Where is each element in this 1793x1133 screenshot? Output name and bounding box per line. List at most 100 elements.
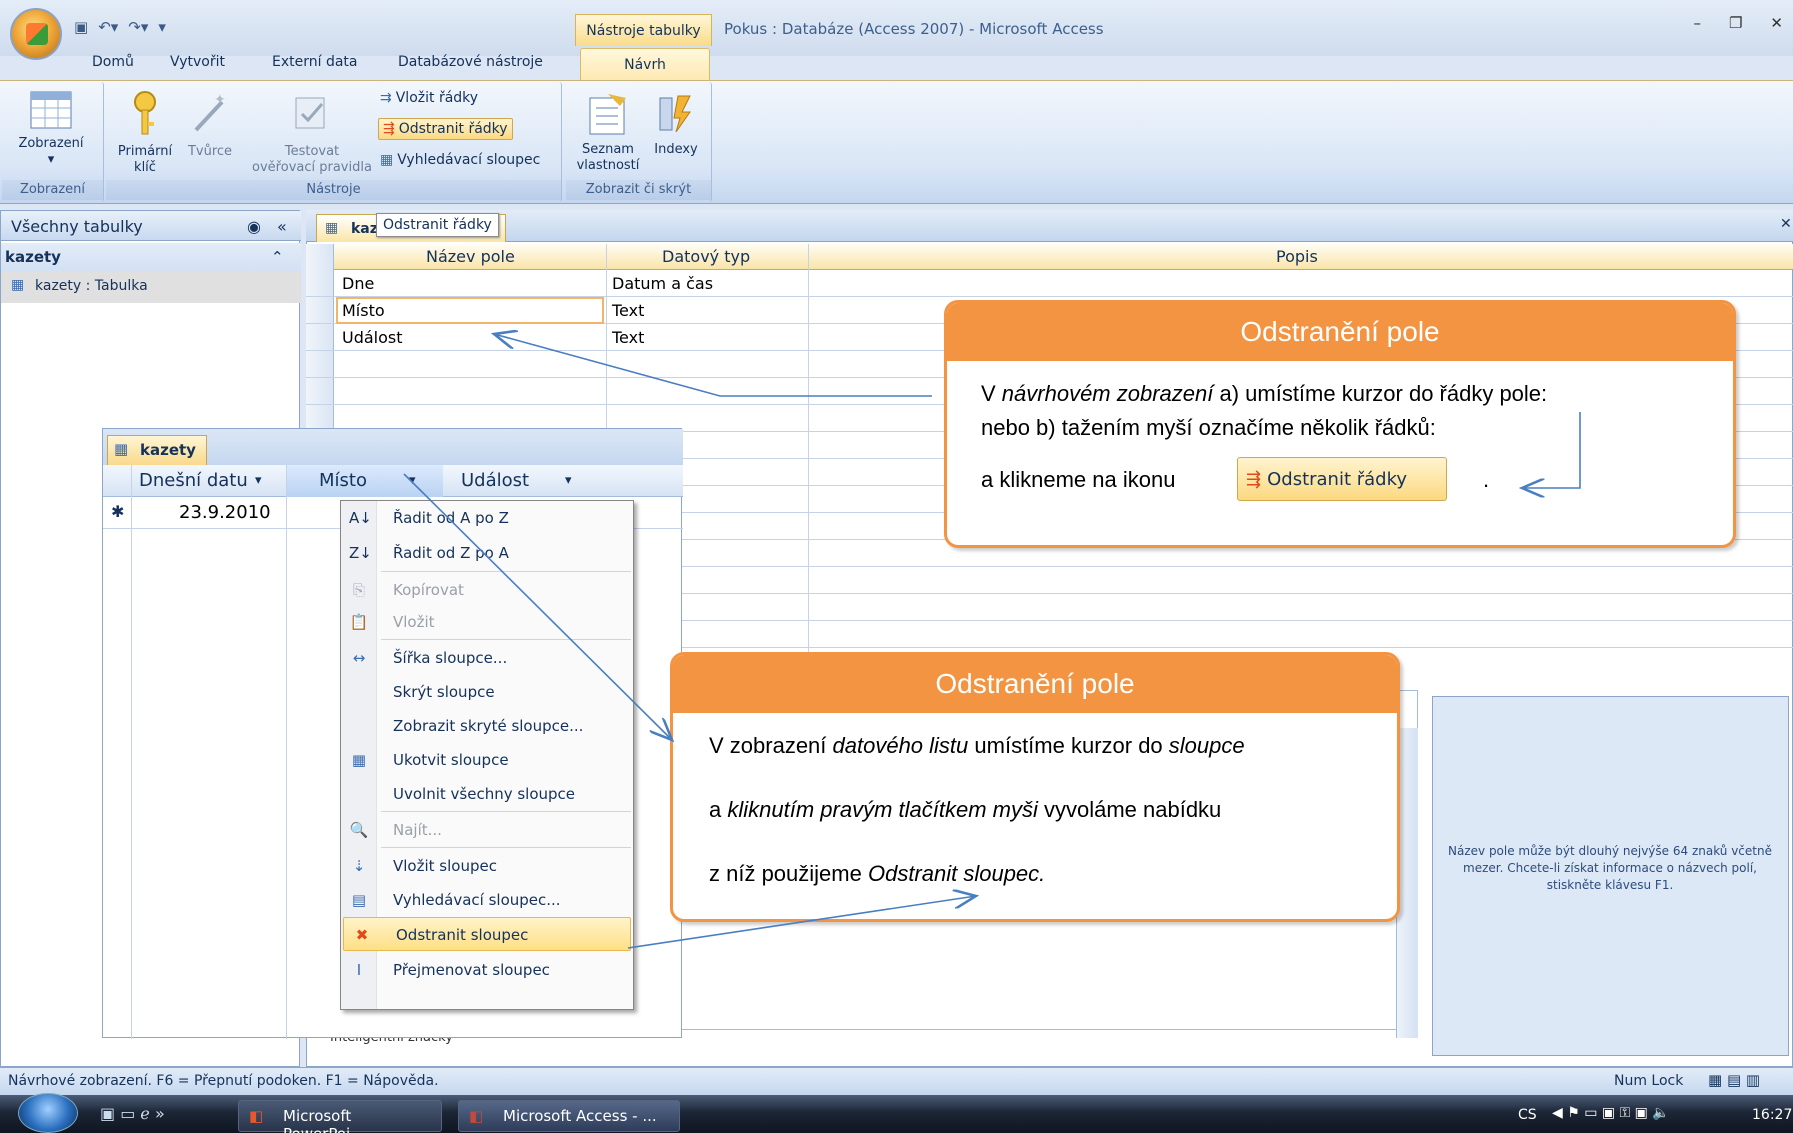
window-title: Pokus : Databáze (Access 2007) - Microso…: [724, 20, 1104, 38]
column-header-dnesni-datum[interactable]: Dnešní datu: [139, 470, 248, 491]
group-label: Nástroje: [106, 180, 561, 200]
tab-externi-data[interactable]: Externí data: [272, 54, 358, 70]
menu-item-copy[interactable]: ⎘ Kopírovat: [341, 573, 633, 607]
field-name-cell[interactable]: Místo: [342, 301, 385, 320]
date-cell[interactable]: 23.9.2010: [179, 502, 271, 523]
taskbar-item-powerpoint[interactable]: ◧ Microsoft PowerPoi...: [238, 1100, 442, 1133]
collapse-group-icon[interactable]: ⌃: [271, 248, 284, 266]
text-span: umístíme kurzor do: [968, 733, 1169, 758]
nav-pane-title: Všechny tabulky: [11, 217, 143, 236]
menu-item-paste[interactable]: 📋 Vložit: [341, 605, 633, 639]
collapse-pane-icon[interactable]: «: [277, 217, 287, 236]
tvurce-button[interactable]: ✦ Tvůrce: [180, 90, 240, 160]
column-divider: [808, 244, 809, 664]
text-span: a: [709, 797, 728, 822]
nav-group-kazety[interactable]: kazety ⌃: [1, 243, 301, 271]
menu-item-label: Vložit: [393, 613, 435, 631]
column-width-icon: ↔: [352, 649, 366, 667]
menu-item-freeze-columns[interactable]: ▦ Ukotvit sloupce: [341, 743, 633, 777]
testovat-button[interactable]: Testovat ověřovací pravidla: [240, 90, 384, 176]
field-name-cell[interactable]: Dne: [342, 274, 374, 293]
customize-qat-icon[interactable]: ▾: [158, 18, 166, 36]
language-indicator[interactable]: CS: [1518, 1107, 1537, 1123]
vyhledavaci-sloupec-button[interactable]: ▦ Vyhledávací sloupec: [380, 152, 540, 168]
field-name-cell[interactable]: Událost: [342, 328, 403, 347]
text-span: V zobrazení: [709, 733, 833, 758]
datasheet-tab-label: kazety: [140, 441, 196, 459]
design-grid-header: Název pole Datový typ Popis: [306, 244, 1793, 270]
menu-item-column-width[interactable]: ↔ Šířka sloupce...: [341, 641, 633, 675]
office-button[interactable]: [10, 8, 62, 60]
menu-item-find[interactable]: 🔍 Najít...: [341, 813, 633, 847]
nav-dropdown-icon[interactable]: ◉: [247, 217, 261, 236]
start-button[interactable]: [18, 1093, 78, 1133]
close-document-icon[interactable]: ✕: [1780, 216, 1792, 232]
design-row[interactable]: Dne Datum a čas: [306, 270, 1793, 297]
taskbar-item-label: Microsoft Access - ...: [503, 1107, 657, 1125]
callout-line-2: nebo b) tažením myší označíme několik řá…: [981, 415, 1436, 440]
insert-column-icon: ⇣: [352, 857, 366, 875]
nav-item-kazety-table[interactable]: ▦ kazety : Tabulka: [1, 271, 301, 303]
menu-item-rename-column[interactable]: Ⅰ Přejmenovat sloupec: [341, 953, 633, 987]
restore-icon[interactable]: ❐: [1729, 14, 1742, 32]
column-header-udalost[interactable]: Událost: [461, 470, 529, 491]
minimize-icon[interactable]: –: [1693, 14, 1701, 32]
data-type-cell[interactable]: Text: [612, 301, 644, 320]
callout-datasheet-view: Odstranění pole V zobrazení datového lis…: [670, 652, 1400, 922]
text-span: z níž použijeme: [709, 861, 868, 886]
view-switcher-icons[interactable]: ▦ ▤ ▥: [1708, 1071, 1760, 1089]
dropdown-arrow-icon[interactable]: ▾: [255, 473, 262, 488]
menu-item-label: Vložit sloupec: [393, 857, 497, 875]
testovat-label-2: ověřovací pravidla: [252, 160, 372, 175]
menu-item-delete-column[interactable]: ✖ Odstranit sloupec: [343, 917, 631, 951]
tab-domu[interactable]: Domů: [92, 54, 134, 70]
dropdown-arrow-icon: ▾: [47, 152, 55, 167]
odstranit-radky-button[interactable]: ⇶ Odstranit řádky: [378, 118, 513, 140]
zobrazeni-button[interactable]: Zobrazení ▾: [6, 90, 96, 168]
primarni-klic-button[interactable]: Primární klíč: [112, 90, 178, 176]
menu-item-label: Řadit od Z po A: [393, 544, 509, 562]
wand-icon: ✦: [194, 92, 226, 132]
tab-vytvorit[interactable]: Vytvořit: [170, 54, 225, 70]
clock[interactable]: 16:27: [1752, 1107, 1792, 1123]
nav-group-label: kazety: [5, 248, 61, 266]
vlozit-radky-button[interactable]: ⇉ Vložit řádky: [380, 90, 478, 106]
indexes-icon: [659, 95, 691, 133]
datasheet-tab-kazety[interactable]: ▦ kazety: [107, 435, 207, 465]
dropdown-arrow-icon[interactable]: ▾: [409, 473, 416, 488]
menu-item-unhide-columns[interactable]: Zobrazit skryté sloupce...: [341, 709, 633, 743]
menu-item-label: Řadit od A po Z: [393, 509, 509, 527]
menu-item-sort-az[interactable]: A↓ Řadit od A po Z: [341, 501, 633, 535]
group-label: Zobrazení: [2, 180, 103, 200]
tooltip-odstranit-radky: Odstranit řádky: [376, 213, 499, 237]
menu-item-hide-columns[interactable]: Skrýt sloupce: [341, 675, 633, 709]
save-icon[interactable]: ▣: [74, 18, 88, 36]
validate-icon: [295, 97, 325, 129]
data-type-cell[interactable]: Datum a čas: [612, 274, 713, 293]
redo-icon[interactable]: ↷▾: [128, 18, 148, 36]
access-icon: ◧: [469, 1107, 484, 1125]
nav-pane-header[interactable]: Všechny tabulky ◉ «: [1, 211, 301, 241]
callout-line-3-end: .: [1483, 467, 1490, 492]
delete-rows-icon: ⇶: [1246, 468, 1262, 490]
column-header-misto[interactable]: Místo: [319, 470, 367, 491]
menu-item-sort-za[interactable]: Z↓ Řadit od Z po A: [341, 536, 633, 570]
data-type-cell[interactable]: Text: [612, 328, 644, 347]
callout-title: Odstranění pole: [673, 655, 1397, 713]
undo-icon[interactable]: ↶▾: [98, 18, 118, 36]
callout-line-1: V zobrazení datového listu umístíme kurz…: [709, 733, 1245, 759]
dropdown-arrow-icon[interactable]: ▾: [565, 473, 572, 488]
indexy-button[interactable]: Indexy: [648, 90, 704, 158]
tray-icons[interactable]: ◀ ⚑ ▭ ▣ ⚿ ▣ 🔈: [1552, 1105, 1670, 1121]
menu-item-label: Skrýt sloupce: [393, 683, 495, 701]
tab-navrh[interactable]: Návrh: [580, 48, 710, 80]
menu-item-lookup-column[interactable]: ▤ Vyhledávací sloupec...: [341, 883, 633, 917]
quick-launch-icons[interactable]: ▣ ▭ ℯ »: [100, 1104, 165, 1123]
menu-item-insert-column[interactable]: ⇣ Vložit sloupec: [341, 849, 633, 883]
seznam-vlastnosti-button[interactable]: Seznam vlastností: [572, 90, 644, 174]
menu-item-unfreeze-all[interactable]: Uvolnit všechny sloupce: [341, 777, 633, 811]
taskbar-item-access[interactable]: ◧ Microsoft Access - ...: [458, 1100, 680, 1132]
close-icon[interactable]: ✕: [1770, 14, 1783, 32]
menu-item-label: Kopírovat: [393, 581, 464, 599]
tab-databazove-nastroje[interactable]: Databázové nástroje: [398, 54, 543, 70]
